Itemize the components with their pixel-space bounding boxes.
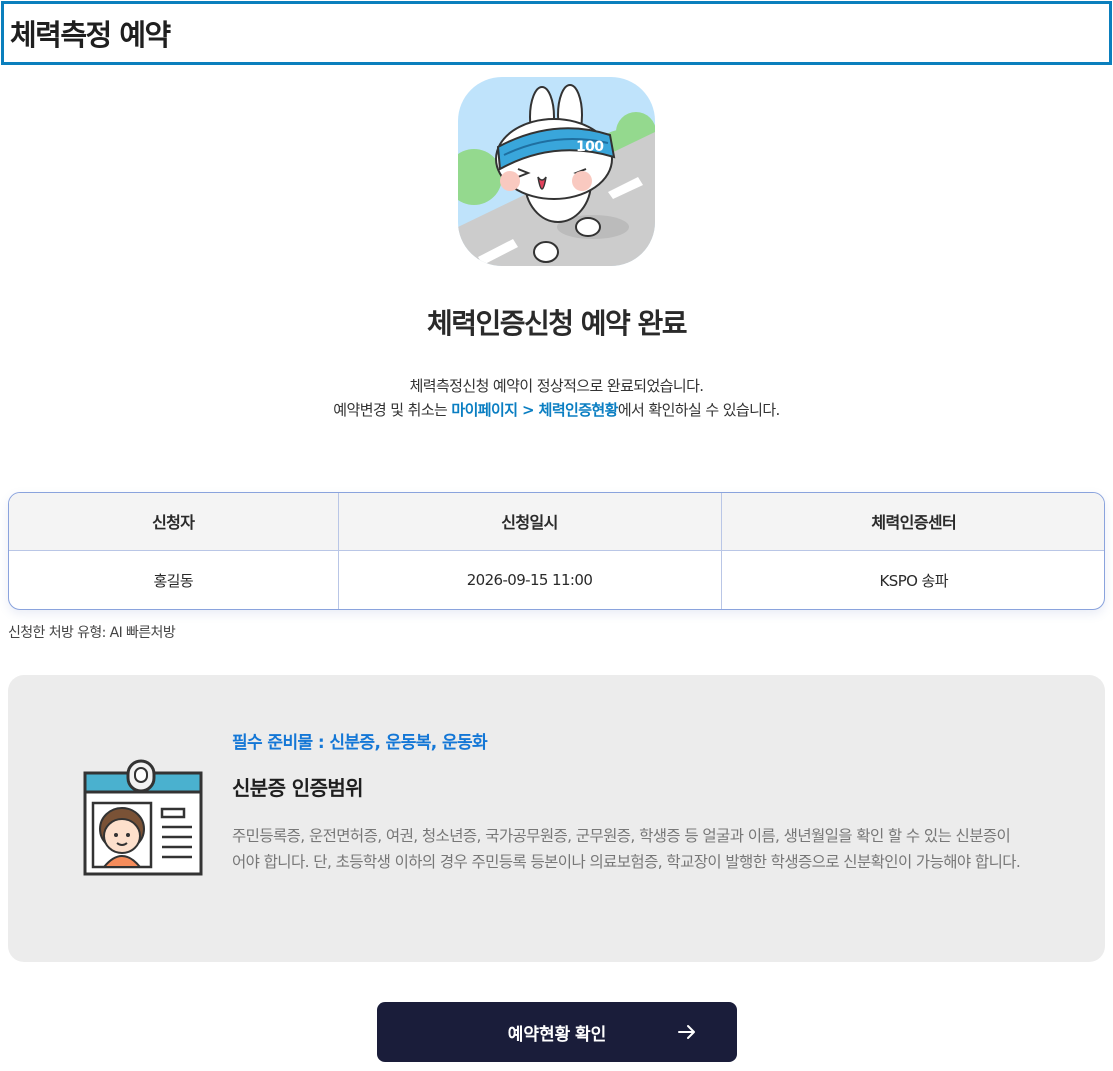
completion-guide: 예약변경 및 취소는 마이페이지 > 체력인증현황에서 확인하실 수 있습니다.	[0, 398, 1113, 422]
reservation-info-table: 신청자 신청일시 체력인증센터 홍길동 2026-09-15 11:00 KSP…	[8, 492, 1105, 610]
prescription-type: 신청한 처방 유형: AI 빠른처방	[8, 625, 176, 641]
required-items: 필수 준비물 : 신분증, 운동복, 운동화	[232, 733, 488, 753]
headband-badge: 100	[576, 139, 604, 155]
reservation-status-button-label: 예약현황 확인	[507, 1024, 607, 1044]
rabbit-mascot-illustration: 100	[458, 77, 655, 266]
applicant-name: 홍길동	[153, 571, 194, 590]
id-scope-description: 주민등록증, 운전면허증, 여권, 청소년증, 국가공무원증, 군무원증, 학생…	[232, 827, 1021, 871]
completion-description: 체력측정신청 예약이 정상적으로 완료되었습니다. 예약변경 및 취소는 마이페…	[0, 374, 1113, 422]
id-card-icon	[83, 759, 203, 876]
table-header-row: 신청자 신청일시 체력인증센터	[9, 493, 1104, 551]
reservation-datetime: 2026-09-15 11:00	[337, 550, 721, 609]
guide-suffix: 에서 확인하실 수 있습니다.	[617, 401, 780, 419]
completion-message: 체력측정신청 예약이 정상적으로 완료되었습니다.	[409, 377, 704, 395]
page-header: 체력측정 예약	[1, 1, 1112, 65]
reservation-status-button[interactable]: 예약현황 확인	[377, 1002, 737, 1062]
completion-title: 체력인증신청 예약 완료	[426, 307, 688, 340]
header-applicant: 신청자	[9, 493, 338, 551]
preparation-info-box: 필수 준비물 : 신분증, 운동복, 운동화 신분증 인증범위 주민등록증, 운…	[8, 675, 1105, 962]
guide-prefix: 예약변경 및 취소는	[333, 401, 452, 419]
header-center: 체력인증센터	[720, 493, 1104, 551]
table-row: 홍길동 2026-09-15 11:00 KSPO 송파	[9, 550, 1104, 609]
header-datetime: 신청일시	[337, 493, 721, 551]
certification-center: KSPO 송파	[720, 550, 1104, 609]
mypage-status-link[interactable]: 마이페이지 > 체력인증현황	[451, 401, 618, 419]
page-title: 체력측정 예약	[10, 18, 171, 52]
id-scope-heading: 신분증 인증범위	[232, 776, 364, 800]
arrow-right-icon	[678, 1025, 695, 1039]
